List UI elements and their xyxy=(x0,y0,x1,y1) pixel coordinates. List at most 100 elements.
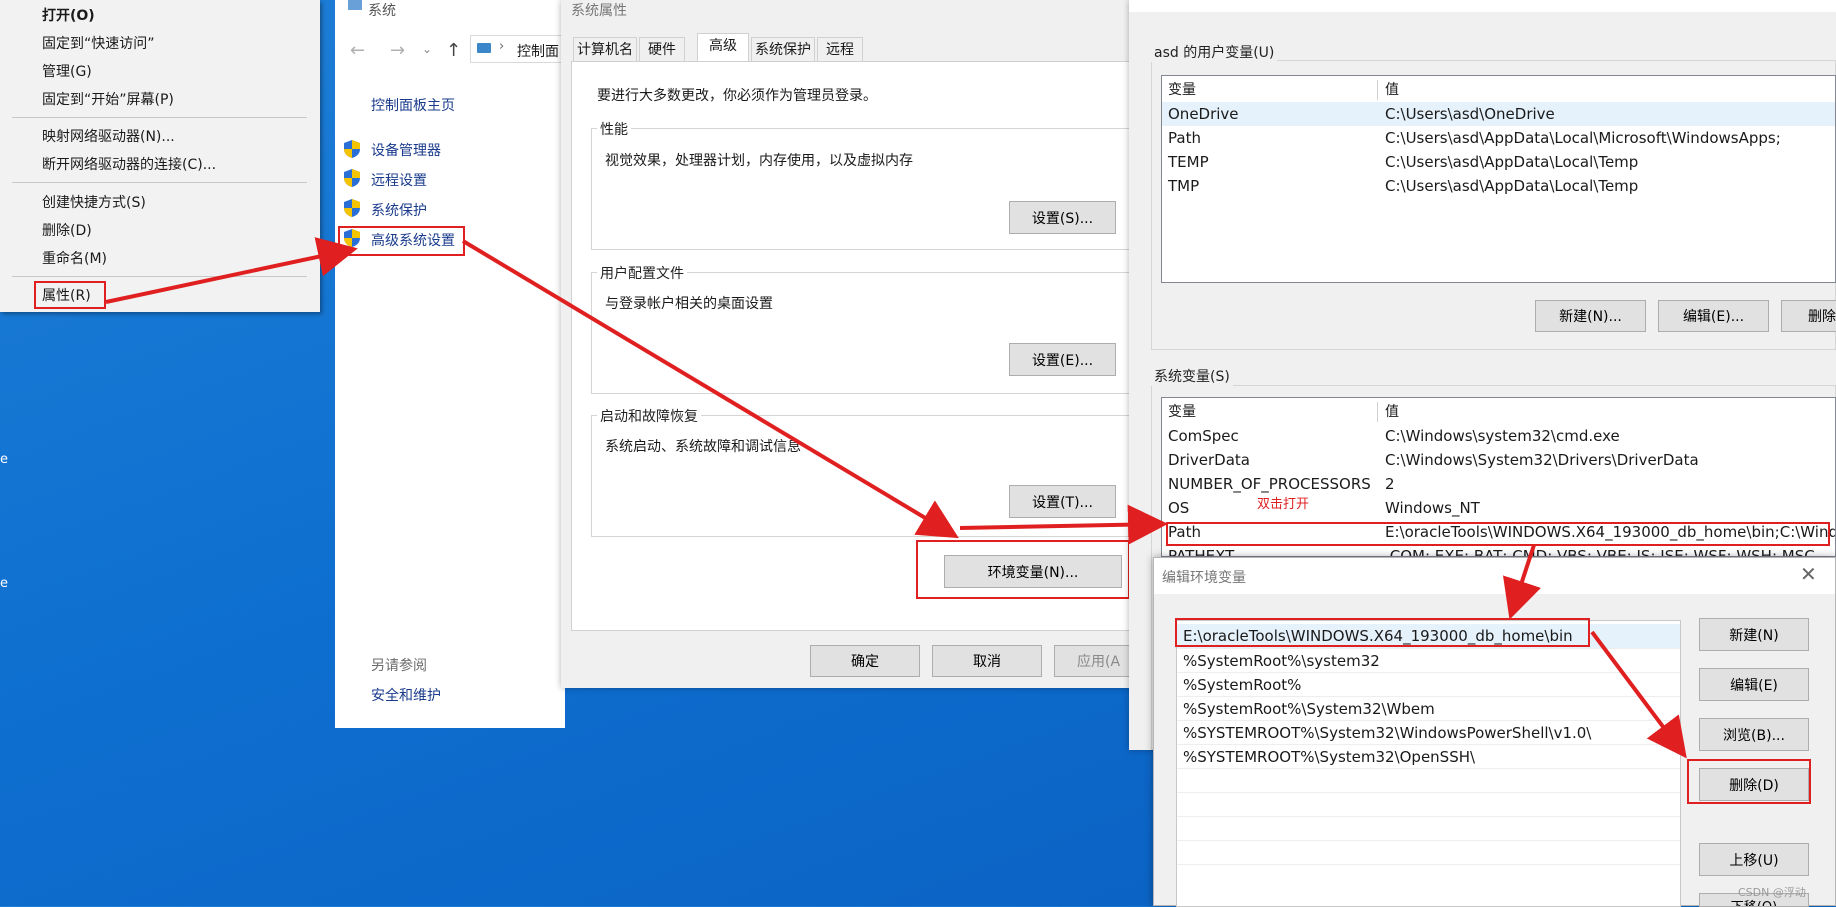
table-row[interactable]: TEMP C:\Users\asd\AppData\Local\Temp xyxy=(1162,150,1835,174)
control-panel-home-link[interactable]: 控制面板主页 xyxy=(371,95,455,115)
menu-item-pin-start[interactable]: 固定到“开始”屏幕(P) xyxy=(42,89,174,109)
highlight-env-button xyxy=(916,540,1130,599)
highlight-advanced-settings xyxy=(338,226,465,256)
performance-settings-button[interactable]: 设置(S)... xyxy=(1009,201,1116,234)
path-entries-list[interactable]: E:\oracleTools\WINDOWS.X64_193000_db_hom… xyxy=(1176,620,1681,907)
tab-computer-name[interactable]: 计算机名 xyxy=(573,37,637,61)
watermark: CSDN @浮动 xyxy=(1738,886,1806,899)
link-remote-settings[interactable]: 远程设置 xyxy=(371,170,427,190)
user-edit-button[interactable]: 编辑(E)... xyxy=(1658,300,1769,332)
link-security-maintenance[interactable]: 安全和维护 xyxy=(371,685,441,705)
cancel-button[interactable]: 取消 xyxy=(932,645,1042,677)
variable-name: TEMP xyxy=(1168,153,1209,171)
column-header-value[interactable]: 值 xyxy=(1385,78,1399,102)
user-variables-label: asd 的用户变量(U) xyxy=(1151,42,1278,62)
variable-value: Windows_NT xyxy=(1385,499,1480,517)
edit-edit-button[interactable]: 编辑(E) xyxy=(1699,668,1809,701)
edit-env-dialog: 编辑环境变量 ✕ E:\oracleTools\WINDOWS.X64_1930… xyxy=(1153,557,1836,907)
highlight-first-path-entry xyxy=(1175,618,1590,647)
tab-remote[interactable]: 远程 xyxy=(817,37,863,61)
apply-button[interactable]: 应用(A xyxy=(1054,645,1131,677)
menu-item-create-shortcut[interactable]: 创建快捷方式(S) xyxy=(42,192,146,212)
table-row[interactable]: DriverData C:\Windows\System32\Drivers\D… xyxy=(1162,448,1835,472)
link-device-manager[interactable]: 设备管理器 xyxy=(371,140,441,160)
highlight-path-row xyxy=(1166,522,1830,546)
variable-value: C:\Windows\System32\Drivers\DriverData xyxy=(1385,451,1699,469)
dialog-title: 系统属性 xyxy=(571,3,627,19)
system-variables-label: 系统变量(S) xyxy=(1151,366,1233,386)
table-row[interactable]: ComSpec C:\Windows\system32\cmd.exe xyxy=(1162,424,1835,448)
variable-name: DriverData xyxy=(1168,451,1250,469)
forward-arrow-icon[interactable]: → xyxy=(390,40,405,61)
user-delete-button[interactable]: 删除 xyxy=(1781,300,1836,332)
edit-move-up-button[interactable]: 上移(U) xyxy=(1699,843,1809,876)
column-header-variable[interactable]: 变量 xyxy=(1168,78,1196,102)
startup-settings-button[interactable]: 设置(T)... xyxy=(1009,485,1116,518)
user-profile-label: 用户配置文件 xyxy=(597,263,687,283)
user-profile-settings-button[interactable]: 设置(E)... xyxy=(1009,343,1116,376)
variable-value: C:\Users\asd\AppData\Local\Temp xyxy=(1385,177,1639,195)
variable-value: C:\Users\asd\AppData\Local\Microsoft\Win… xyxy=(1385,129,1781,147)
menu-item-rename[interactable]: 重命名(M) xyxy=(42,248,107,268)
list-item xyxy=(1177,840,1680,865)
menu-item-manage[interactable]: 管理(G) xyxy=(42,61,92,81)
shield-icon xyxy=(344,199,360,217)
menu-item-disconnect-drive[interactable]: 断开网络驱动器的连接(C)... xyxy=(42,154,216,174)
startup-recovery-label: 启动和故障恢复 xyxy=(597,406,701,426)
control-panel-title-icon xyxy=(348,0,362,10)
edit-dialog-titlebar xyxy=(1154,558,1835,594)
variable-name: OneDrive xyxy=(1168,105,1239,123)
table-row[interactable]: Path C:\Users\asd\AppData\Local\Microsof… xyxy=(1162,126,1835,150)
list-item[interactable]: %SystemRoot%\system32 xyxy=(1177,648,1680,673)
table-row[interactable]: OS 双击打开 Windows_NT xyxy=(1162,496,1835,520)
back-arrow-icon[interactable]: ← xyxy=(350,40,365,61)
address-bar[interactable]: › 控制面 xyxy=(470,35,570,63)
table-row[interactable]: TMP C:\Users\asd\AppData\Local\Temp xyxy=(1162,174,1835,198)
computer-icon xyxy=(477,43,491,53)
tab-system-protection[interactable]: 系统保护 xyxy=(751,37,815,61)
chevron-down-icon[interactable]: ⌄ xyxy=(422,42,432,56)
see-also-heading: 另请参阅 xyxy=(371,658,427,674)
link-system-protection[interactable]: 系统保护 xyxy=(371,200,427,220)
list-item[interactable]: %SYSTEMROOT%\System32\WindowsPowerShell\… xyxy=(1177,720,1680,745)
variable-name: Path xyxy=(1168,129,1201,147)
close-icon[interactable]: ✕ xyxy=(1800,562,1817,586)
path-entry: %SYSTEMROOT%\System32\OpenSSH\ xyxy=(1183,748,1476,766)
breadcrumb-chevron-icon: › xyxy=(499,39,505,54)
table-row[interactable]: OneDrive C:\Users\asd\OneDrive xyxy=(1162,102,1835,126)
performance-desc: 视觉效果，处理器计划，内存使用，以及虚拟内存 xyxy=(605,153,913,169)
edit-new-button[interactable]: 新建(N) xyxy=(1699,618,1809,651)
edit-dialog-title: 编辑环境变量 xyxy=(1162,570,1246,586)
up-arrow-icon[interactable]: ↑ xyxy=(446,40,461,61)
highlight-delete-button xyxy=(1687,759,1811,804)
menu-item-open[interactable]: 打开(O) xyxy=(42,5,95,25)
list-item xyxy=(1177,864,1680,889)
path-entry: %SystemRoot%\System32\Wbem xyxy=(1183,700,1435,718)
path-entry: %SystemRoot% xyxy=(1183,676,1302,694)
variable-value: C:\Users\asd\OneDrive xyxy=(1385,105,1555,123)
edit-browse-button[interactable]: 浏览(B)... xyxy=(1699,718,1809,751)
menu-item-map-drive[interactable]: 映射网络驱动器(N)... xyxy=(42,126,175,146)
shield-icon xyxy=(344,140,360,158)
user-new-button[interactable]: 新建(N)... xyxy=(1535,300,1646,332)
context-menu: 打开(O) 固定到“快速访问” 管理(G) 固定到“开始”屏幕(P) 映射网络驱… xyxy=(0,0,320,312)
desktop-label-fragment: e xyxy=(0,576,8,591)
column-divider xyxy=(1377,80,1378,100)
ok-button[interactable]: 确定 xyxy=(810,645,920,677)
variable-value: 2 xyxy=(1385,475,1395,493)
tab-advanced[interactable]: 高级 xyxy=(697,33,749,62)
control-panel-title: 系统 xyxy=(368,3,396,19)
column-header-variable[interactable]: 变量 xyxy=(1168,400,1196,424)
tab-hardware[interactable]: 硬件 xyxy=(639,37,685,61)
user-variables-list[interactable]: 变量 值 OneDrive C:\Users\asd\OneDrive Path… xyxy=(1161,75,1836,283)
list-item[interactable]: %SystemRoot% xyxy=(1177,672,1680,697)
menu-item-pin-quick-access[interactable]: 固定到“快速访问” xyxy=(42,33,155,53)
menu-item-delete[interactable]: 删除(D) xyxy=(42,220,92,240)
menu-separator xyxy=(12,117,307,118)
column-header-value[interactable]: 值 xyxy=(1385,400,1399,424)
list-item[interactable]: %SYSTEMROOT%\System32\OpenSSH\ xyxy=(1177,744,1680,769)
env-dialog-header xyxy=(1129,0,1836,12)
performance-label: 性能 xyxy=(597,119,631,139)
list-item[interactable]: %SystemRoot%\System32\Wbem xyxy=(1177,696,1680,721)
variable-name: TMP xyxy=(1168,177,1200,195)
